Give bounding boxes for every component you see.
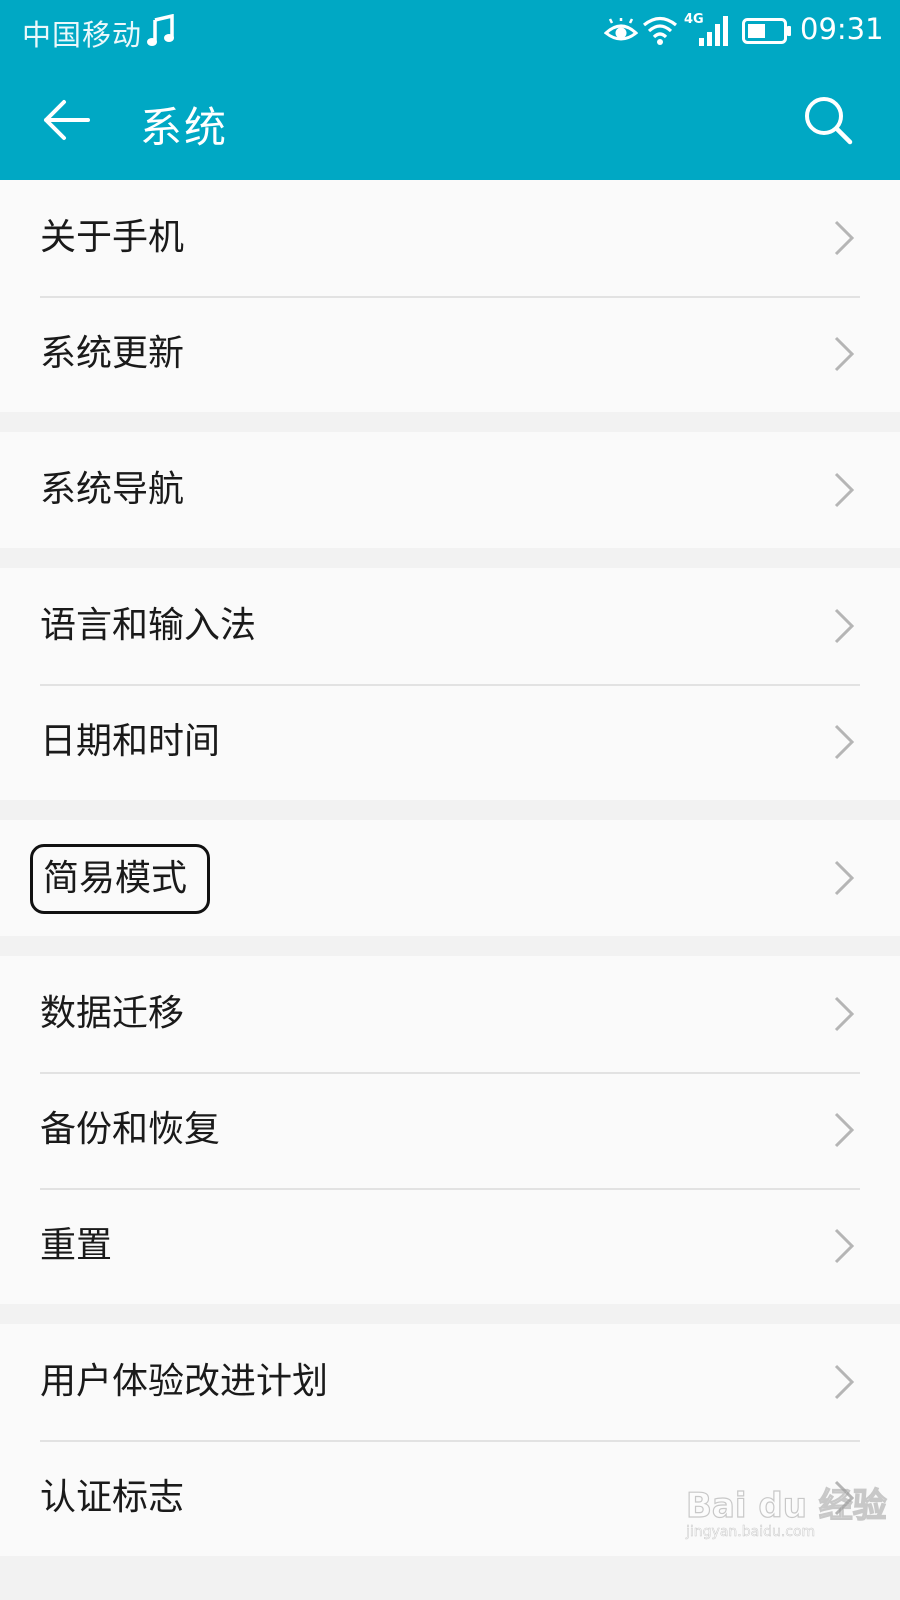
chevron-right-icon [834,860,855,896]
baidu-watermark: Bai du 经验 jingyan.baidu.com [685,1474,887,1554]
eye-icon [604,18,638,41]
setting-label: 认证标志 [40,1477,185,1518]
chevron-right-icon [834,220,855,256]
settings-group: 系统导航 [0,432,900,548]
setting-label: 备份和恢复 [40,1109,221,1150]
setting-label: 语言和输入法 [40,605,257,646]
settings-group: 简易模式 [0,820,900,936]
setting-date-time[interactable]: 日期和时间 [0,684,900,800]
setting-label: 系统更新 [40,333,185,374]
watermark-logo-text: Bai du 经验 [685,1485,887,1526]
chevron-right-icon [834,336,855,372]
setting-label: 关于手机 [40,217,185,258]
settings-group: 数据迁移 备份和恢复 重置 [0,956,900,1304]
chevron-right-icon [834,1228,855,1264]
setting-user-experience-plan[interactable]: 用户体验改进计划 [0,1324,900,1440]
setting-data-migration[interactable]: 数据迁移 [0,956,900,1072]
setting-label: 数据迁移 [40,993,185,1034]
setting-label-highlighted: 简易模式 [30,844,211,914]
setting-system-update[interactable]: 系统更新 [0,296,900,412]
setting-system-navigation[interactable]: 系统导航 [0,432,900,548]
chevron-right-icon [834,608,855,644]
carrier-name: 中国移动 [22,18,143,52]
status-time: 09:31 [800,12,884,46]
chevron-right-icon [834,472,855,508]
battery-icon [742,18,791,44]
chevron-right-icon [834,1364,855,1400]
setting-label: 用户体验改进计划 [40,1361,329,1402]
wifi-icon [642,16,678,45]
setting-about-phone[interactable]: 关于手机 [0,180,900,296]
setting-label: 日期和时间 [40,721,221,762]
setting-label: 重置 [40,1225,113,1266]
setting-language-input[interactable]: 语言和输入法 [0,568,900,684]
setting-label: 系统导航 [40,469,185,510]
signal-icon [699,16,728,46]
status-bar: 中国移动 4G 09:31 [0,0,900,64]
setting-simple-mode[interactable]: 简易模式 [0,820,900,936]
back-arrow-icon[interactable] [40,94,92,146]
chevron-right-icon [834,724,855,760]
music-icon [147,14,174,46]
settings-group: 语言和输入法 日期和时间 [0,568,900,800]
settings-group: 关于手机 系统更新 [0,180,900,412]
search-icon[interactable] [802,94,854,146]
chevron-right-icon [834,1112,855,1148]
setting-reset[interactable]: 重置 [0,1188,900,1304]
chevron-right-icon [834,996,855,1032]
watermark-url: jingyan.baidu.com [686,1524,816,1541]
setting-backup-restore[interactable]: 备份和恢复 [0,1072,900,1188]
settings-list: 关于手机 系统更新 系统导航 语言和输入法 日期和时间 简易模式 数据迁移 备份… [0,180,900,1600]
page-title: 系统 [140,103,229,152]
app-header: 中国移动 4G 09:31 系统 [0,0,900,180]
